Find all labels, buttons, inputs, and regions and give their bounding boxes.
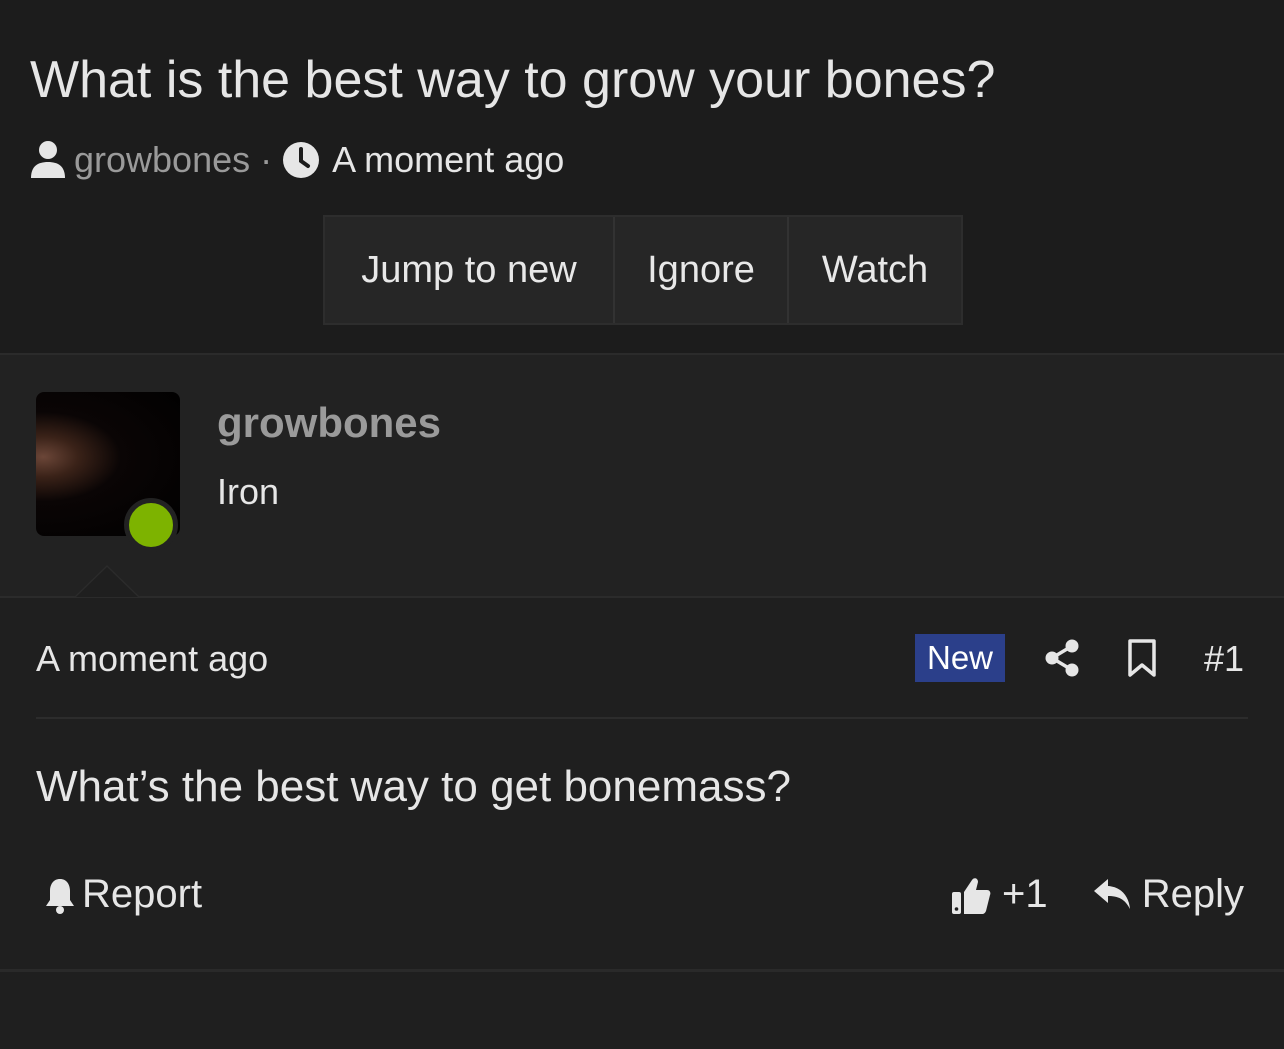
meta-separator: · bbox=[260, 139, 273, 180]
ignore-button[interactable]: Ignore bbox=[615, 217, 789, 323]
like-button[interactable]: +1 bbox=[950, 872, 1048, 917]
reply-label: Reply bbox=[1141, 872, 1244, 916]
thread-author-link[interactable]: growbones bbox=[74, 139, 250, 181]
jump-to-new-button[interactable]: Jump to new bbox=[325, 217, 615, 323]
post-actions: Report +1 Reply bbox=[36, 868, 1248, 928]
bookmark-icon[interactable] bbox=[1126, 638, 1158, 678]
thread-header: What is the best way to grow your bones?… bbox=[0, 0, 1284, 355]
post-username[interactable]: growbones bbox=[217, 399, 441, 447]
online-status-indicator bbox=[124, 498, 178, 552]
user-rank: Iron bbox=[217, 471, 280, 512]
bell-icon bbox=[44, 876, 76, 914]
thread-meta: growbones · A moment ago bbox=[30, 136, 564, 184]
post-number-link[interactable]: #1 bbox=[1204, 638, 1244, 680]
thread-title: What is the best way to grow your bones? bbox=[30, 51, 996, 109]
share-icon[interactable] bbox=[1044, 638, 1080, 678]
clock-icon bbox=[282, 141, 320, 179]
post-body: What’s the best way to get bonemass? bbox=[36, 762, 791, 811]
reply-button[interactable]: Reply bbox=[1092, 872, 1244, 917]
user-icon bbox=[30, 140, 66, 180]
post-meta: A moment ago New #1 bbox=[36, 630, 1248, 686]
report-button[interactable]: Report bbox=[44, 872, 202, 917]
post-user-block: growbones Iron bbox=[0, 355, 1284, 598]
post-time[interactable]: A moment ago bbox=[36, 638, 268, 680]
reply-icon bbox=[1092, 877, 1132, 913]
watch-button[interactable]: Watch bbox=[789, 217, 961, 323]
thread-actions: Jump to new Ignore Watch bbox=[323, 215, 963, 325]
thread-time[interactable]: A moment ago bbox=[332, 139, 564, 181]
post-divider bbox=[36, 717, 1248, 719]
post-bottom-border bbox=[0, 969, 1284, 972]
like-count: +1 bbox=[1002, 872, 1048, 916]
new-badge: New bbox=[915, 634, 1005, 682]
thumbs-up-icon bbox=[950, 874, 992, 916]
report-label: Report bbox=[82, 872, 203, 916]
